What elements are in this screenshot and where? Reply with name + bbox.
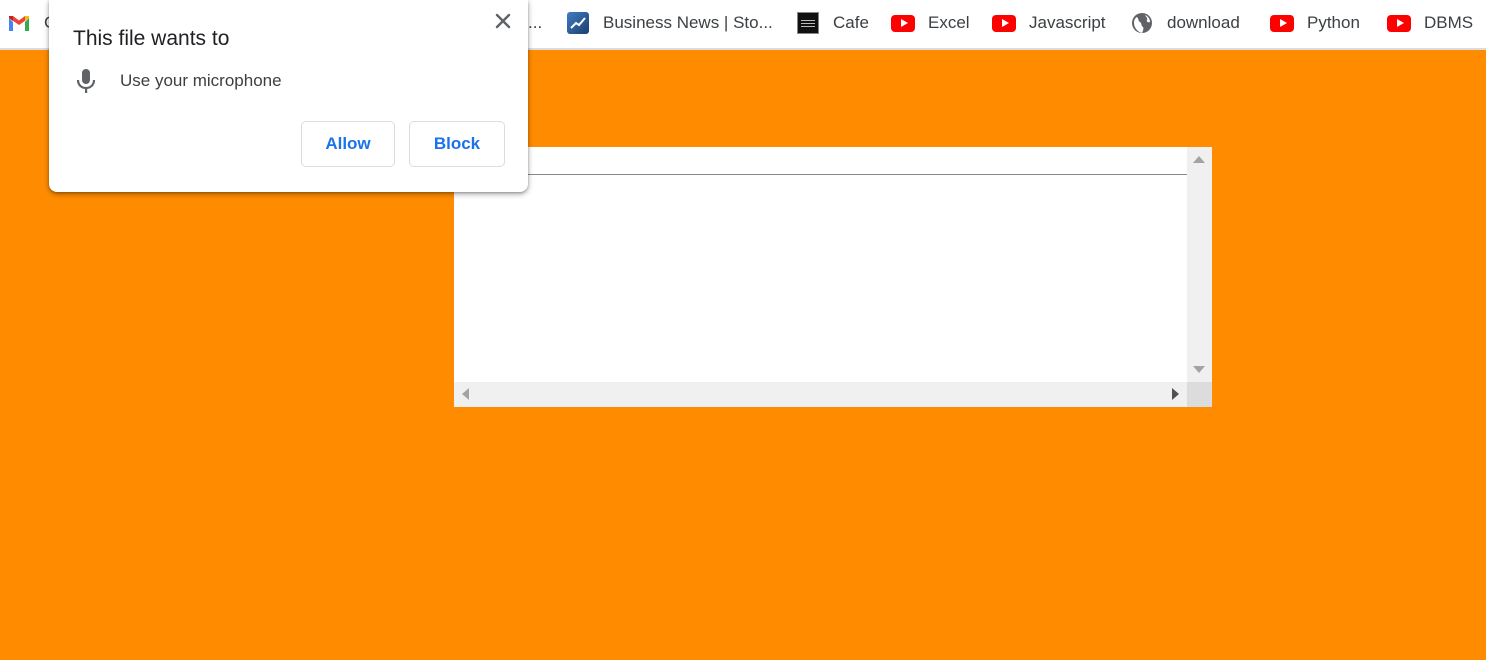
- allow-button[interactable]: Allow: [301, 121, 395, 167]
- globe-icon: [1130, 11, 1154, 35]
- bookmark-label: Cafe: [833, 13, 869, 32]
- youtube-icon: [992, 11, 1016, 35]
- popup-title: This file wants to: [73, 27, 230, 50]
- scroll-up-arrow-icon[interactable]: [1193, 156, 1205, 163]
- bookmark-python[interactable]: Python: [1270, 11, 1360, 35]
- vertical-scrollbar[interactable]: [1187, 147, 1212, 382]
- bookmark-label: DBMS: [1424, 13, 1474, 32]
- business-news-icon: [566, 11, 590, 35]
- horizontal-scrollbar[interactable]: [454, 382, 1187, 407]
- bookmark-download[interactable]: download: [1130, 11, 1240, 35]
- microphone-icon: [76, 69, 96, 93]
- close-button[interactable]: [492, 10, 514, 32]
- permission-row: Use your microphone: [73, 66, 282, 96]
- scroll-right-arrow-icon[interactable]: [1172, 388, 1179, 400]
- bookmark-label: Business News | Sto...: [603, 13, 773, 32]
- embedded-frame: [454, 147, 1212, 407]
- frame-divider: [454, 174, 1187, 175]
- bookmark-truncated[interactable]: ...: [528, 11, 542, 35]
- bookmark-label: download: [1167, 13, 1240, 32]
- bookmark-cafe[interactable]: Cafe: [796, 11, 869, 35]
- bookmark-excel[interactable]: Excel: [891, 11, 970, 35]
- scroll-down-arrow-icon[interactable]: [1193, 366, 1205, 373]
- block-button[interactable]: Block: [409, 121, 505, 167]
- permission-text: Use your microphone: [120, 71, 282, 90]
- youtube-icon: [891, 11, 915, 35]
- permission-popup: This file wants to Use your microphone A…: [49, 0, 528, 192]
- youtube-icon: [1270, 11, 1294, 35]
- cafe-icon: [796, 11, 820, 35]
- scroll-left-arrow-icon[interactable]: [462, 388, 469, 400]
- bookmark-javascript[interactable]: Javascript: [992, 11, 1106, 35]
- youtube-icon: [1387, 11, 1411, 35]
- bookmark-business-news[interactable]: Business News | Sto...: [566, 11, 773, 35]
- bookmark-label: Excel: [928, 13, 970, 32]
- gmail-icon: [7, 11, 31, 35]
- bookmark-label: Python: [1307, 13, 1360, 32]
- close-icon: [495, 13, 511, 29]
- bookmark-dbms[interactable]: DBMS: [1387, 11, 1473, 35]
- bookmark-label: ...: [528, 13, 543, 32]
- bookmark-label: Javascript: [1029, 13, 1106, 32]
- scrollbar-corner: [1187, 382, 1212, 407]
